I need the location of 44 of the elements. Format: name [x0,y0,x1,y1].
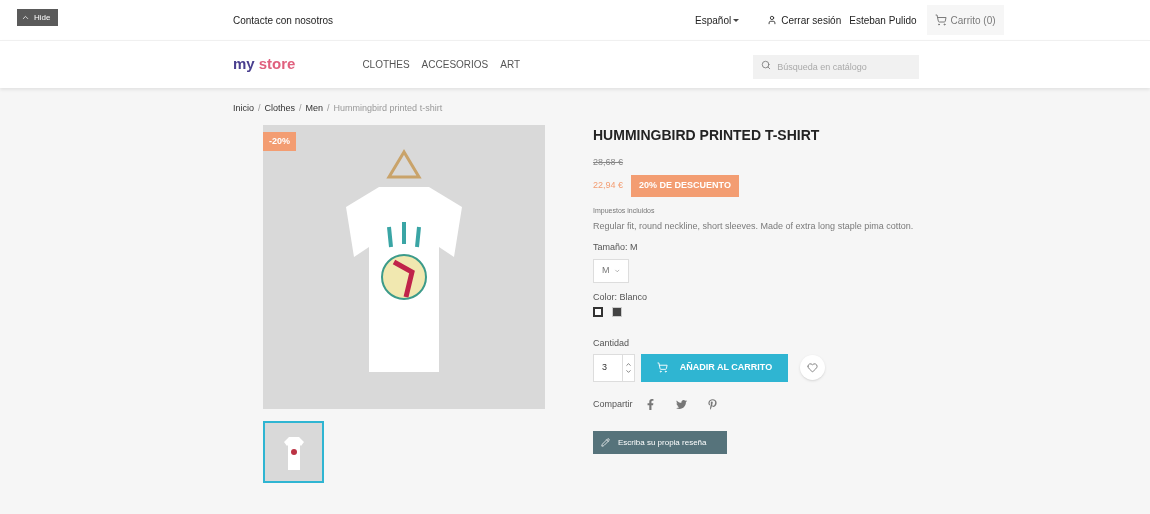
color-label: Color: Blanco [593,290,649,304]
old-price: 28,68 € [593,155,625,169]
product-title: HUMMINGBIRD PRINTED T-SHIRT [593,125,821,145]
quantity-label: Cantidad [593,337,631,350]
pencil-icon [601,438,610,447]
store-logo[interactable]: my store [233,53,296,76]
breadcrumb-separator: / [327,102,330,115]
breadcrumb-link[interactable]: Inicio [233,102,254,116]
price: 22,94 € [593,179,624,192]
breadcrumb-separator: / [299,102,302,115]
size-label: Tamaño: M [593,241,639,254]
hide-button[interactable]: Hide [17,9,58,26]
pinterest-icon[interactable] [706,398,718,410]
chevron-up-icon [625,360,632,368]
size-dropdown[interactable]: M [593,258,629,283]
share-label: Compartir [593,397,633,411]
color-swatch[interactable] [593,307,603,317]
menu-link[interactable]: ART [500,57,521,72]
menu-link[interactable]: CLOTHES [362,57,410,72]
user-name: Esteban Pulido [849,13,917,28]
menu-link[interactable]: ACCESORIOS [421,57,489,72]
chevron-down-icon [625,367,632,375]
search-icon [761,59,772,70]
discount-badge: -20% [263,131,296,151]
breadcrumb-link[interactable]: Clothes [264,102,296,116]
breadcrumb-separator: / [258,102,261,115]
quantity-field[interactable]: 3 [593,353,635,382]
caret-icon [733,18,740,22]
language-dropdown[interactable]: Español [695,12,740,28]
chevron-up-icon [21,13,30,22]
twitter-icon[interactable] [675,398,687,410]
write-review-button[interactable]: Escriba su propia reseña [593,431,727,454]
cart-icon [934,14,947,26]
contact-link[interactable]: Contacte con nosotros [233,12,334,28]
breadcrumb-link[interactable]: Men [305,102,324,116]
heart-icon [807,362,818,373]
product-description: Regular fit, round neckline, short sleeves. Made of extra long staple pima cotton. [593,220,915,232]
cart-link[interactable]: Carrito (0) [926,5,1004,35]
user-icon [767,15,778,25]
logout-link[interactable]: Cerrar sesión [767,12,842,28]
search-field[interactable]: Búsqueda en catálogo [753,54,920,79]
thumbnail[interactable] [263,420,324,483]
cart-icon [656,362,668,373]
discount-badge: 20% DE DESCUENTO [631,175,739,197]
